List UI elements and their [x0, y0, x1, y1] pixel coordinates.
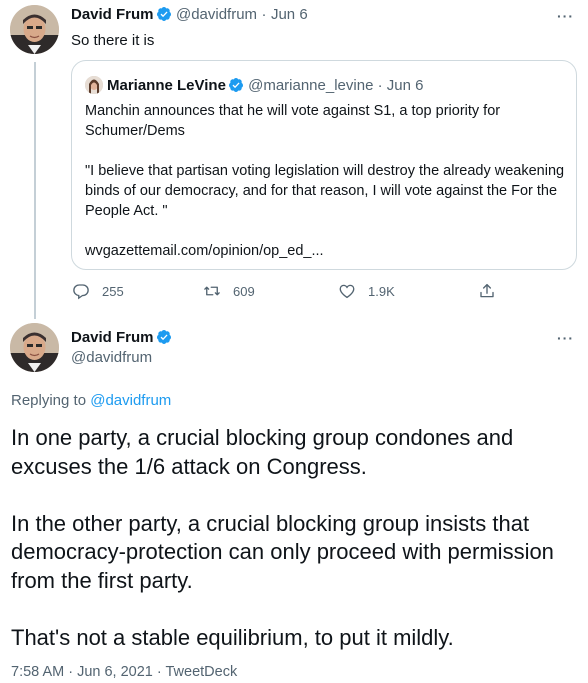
author-name[interactable]: David Frum	[71, 6, 154, 23]
verified-badge-icon	[156, 330, 171, 344]
author-handle[interactable]: @davidfrum	[176, 6, 257, 23]
dot-separator: ·	[261, 6, 267, 23]
reply-count: 255	[102, 283, 124, 299]
main-tweet-text: In one party, a crucial blocking group c…	[11, 424, 581, 652]
author-handle[interactable]: @davidfrum	[71, 349, 152, 366]
dot-separator: ·	[377, 77, 383, 94]
verified-badge-icon	[156, 7, 171, 21]
avatar-david-frum[interactable]	[10, 323, 59, 372]
share-button[interactable]	[478, 282, 508, 300]
like-count: 1.9K	[368, 283, 395, 299]
replying-prefix: Replying to	[11, 392, 87, 409]
retweet-count: 609	[233, 283, 255, 299]
reply-button[interactable]: 255	[72, 282, 124, 300]
verified-badge-icon	[228, 78, 243, 92]
quoted-tweet-date: Jun 6	[386, 77, 424, 94]
thread-line	[34, 62, 36, 319]
avatar-david-frum[interactable]	[10, 5, 59, 54]
quoted-author-name: Marianne LeVine	[107, 77, 226, 94]
quoted-avatar	[85, 76, 103, 94]
tweet2-header: David Frum	[71, 329, 172, 347]
tweet-paragraph: That's not a stable equilibrium, to put …	[11, 624, 454, 650]
tweet-actions: 255 609 1.9K	[66, 282, 506, 304]
tweet-date[interactable]: Jun 6	[271, 6, 308, 23]
tweet-paragraph: In one party, a crucial blocking group c…	[11, 425, 514, 479]
quoted-link[interactable]: wvgazettemail.com/opinion/op_ed_...	[85, 241, 565, 261]
tweet1-header: David Frum @davidfrum · Jun 6	[71, 6, 308, 24]
tweet1-text: So there it is	[71, 32, 155, 49]
quoted-paragraph: Manchin announces that he will vote agai…	[85, 103, 501, 139]
tweet-timestamp[interactable]: 7:58 AM · Jun 6, 2021 · TweetDeck	[11, 664, 237, 680]
reply-icon	[73, 284, 89, 300]
quoted-tweet-body: Manchin announces that he will vote agai…	[85, 101, 565, 261]
author-name[interactable]: David Frum	[71, 329, 154, 346]
avatar-photo	[10, 323, 59, 372]
quoted-tweet-header: Marianne LeVine @marianne_levine · Jun 6	[85, 76, 423, 94]
quoted-tweet[interactable]: Marianne LeVine @marianne_levine · Jun 6…	[71, 60, 577, 270]
retweet-icon	[204, 286, 220, 296]
like-button[interactable]: 1.9K	[338, 282, 395, 300]
more-options-icon[interactable]: ···	[557, 330, 574, 346]
more-options-icon[interactable]: ···	[557, 8, 574, 24]
replying-to-link[interactable]: @davidfrum	[90, 392, 171, 409]
avatar-photo	[10, 5, 59, 54]
tweet-paragraph: In the other party, a crucial blocking g…	[11, 510, 554, 593]
quoted-paragraph: "I believe that partisan voting legislat…	[85, 163, 565, 219]
quoted-author-handle: @marianne_levine	[248, 77, 374, 94]
replying-to: Replying to @davidfrum	[11, 392, 171, 409]
share-icon	[480, 283, 494, 298]
retweet-button[interactable]: 609	[203, 282, 255, 300]
like-icon	[339, 284, 355, 299]
